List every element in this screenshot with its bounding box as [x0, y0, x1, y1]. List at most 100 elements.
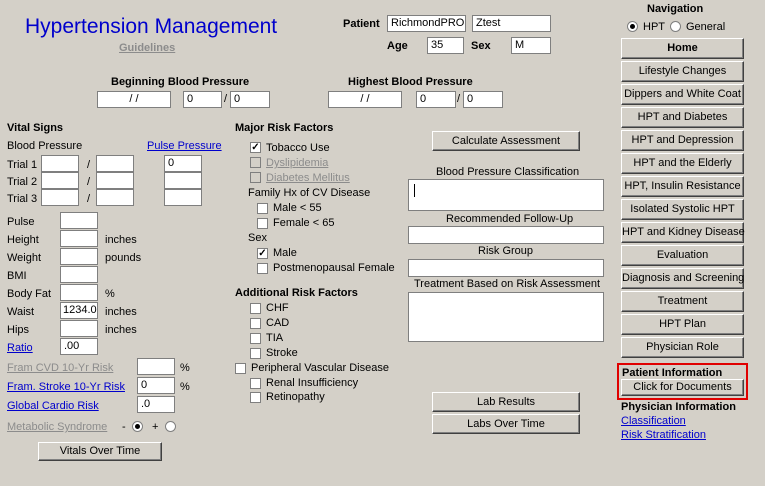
hips-field[interactable] [60, 320, 98, 337]
nav-home-button[interactable]: Home [621, 38, 744, 59]
lab-results-button[interactable]: Lab Results [432, 392, 580, 412]
classification-link[interactable]: Classification [621, 415, 686, 427]
risk-group-label: Risk Group [478, 245, 534, 257]
pvd-checkbox[interactable] [235, 363, 246, 374]
waist-field[interactable]: 1234.0 [60, 302, 98, 319]
pulse-field[interactable] [60, 212, 98, 229]
age-field[interactable]: 35 [427, 37, 464, 54]
metabolic-plus-radio[interactable] [165, 421, 176, 432]
nav-diabetes-button[interactable]: HPT and Diabetes [621, 107, 744, 128]
bmi-field[interactable] [60, 266, 98, 283]
fram-stroke-field[interactable]: 0 [137, 377, 175, 394]
ratio-field[interactable]: .00 [60, 338, 98, 355]
highest-bp-label: Highest Blood Pressure [348, 76, 473, 88]
trial-2-pulse-pressure[interactable] [164, 172, 202, 189]
highest-bp-date[interactable]: / / [328, 91, 402, 108]
global-cardio-field[interactable]: .0 [137, 396, 175, 413]
followup-label: Recommended Follow-Up [446, 213, 574, 225]
fram-cvd-link[interactable]: Fram CVD 10-Yr Risk [7, 362, 113, 374]
fram-stroke-link[interactable]: Fram. Stroke 10-Yr Risk [7, 381, 125, 393]
nav-hpt-plan-button[interactable]: HPT Plan [621, 314, 744, 335]
patient-first-name-field[interactable]: Ztest [472, 15, 551, 32]
ratio-link[interactable]: Ratio [7, 342, 33, 354]
stroke-checkbox[interactable] [250, 348, 261, 359]
highest-bp-diastolic[interactable]: 0 [463, 91, 503, 108]
chf-checkbox[interactable] [250, 303, 261, 314]
patient-last-name-field[interactable]: RichmondPROD [387, 15, 466, 32]
trial-3-systolic[interactable] [41, 189, 79, 206]
retinopathy-checkbox[interactable] [250, 392, 261, 403]
beginning-bp-systolic[interactable]: 0 [183, 91, 222, 108]
metabolic-minus-radio[interactable] [132, 421, 143, 432]
trial-1-systolic[interactable] [41, 155, 79, 172]
nav-kidney-button[interactable]: HPT and Kidney Disease [621, 222, 745, 243]
fram-stroke-unit: % [180, 381, 190, 393]
trial-1-sep: / [87, 159, 91, 171]
trial-2-systolic[interactable] [41, 172, 79, 189]
nav-dippers-button[interactable]: Dippers and White Coat [621, 84, 744, 105]
diabetes-checkbox[interactable] [250, 172, 261, 183]
nav-evaluation-button[interactable]: Evaluation [621, 245, 744, 266]
trial-2-label: Trial 2 [7, 176, 38, 188]
nav-hpt-radio[interactable] [627, 21, 638, 32]
postmenopausal-checkbox[interactable] [257, 263, 268, 274]
nav-diagnosis-button[interactable]: Diagnosis and Screening [621, 268, 744, 289]
bp-classification-field[interactable] [408, 179, 604, 211]
labs-over-time-button[interactable]: Labs Over Time [432, 414, 580, 434]
documents-button[interactable]: Click for Documents [621, 379, 744, 396]
body-fat-field[interactable] [60, 284, 98, 301]
waist-unit: inches [105, 306, 137, 318]
nav-insulin-button[interactable]: HPT, Insulin Resistance [621, 176, 744, 197]
major-risk-title: Major Risk Factors [235, 122, 334, 134]
vital-signs-title: Vital Signs [7, 122, 64, 134]
trial-3-diastolic[interactable] [96, 189, 134, 206]
nav-lifestyle-button[interactable]: Lifestyle Changes [621, 61, 744, 82]
dyslipidemia-checkbox[interactable] [250, 157, 261, 168]
renal-label: Renal Insufficiency [266, 377, 359, 389]
pulse-pressure-link[interactable]: Pulse Pressure [147, 140, 222, 152]
sex-field[interactable]: M [511, 37, 551, 54]
tobacco-checkbox[interactable]: ✓ [250, 142, 261, 153]
trial-1-pulse-pressure[interactable]: 0 [164, 155, 202, 172]
beginning-bp-diastolic[interactable]: 0 [230, 91, 270, 108]
height-field[interactable] [60, 230, 98, 247]
guidelines-link[interactable]: Guidelines [119, 42, 175, 54]
beginning-bp-date[interactable]: / / [97, 91, 171, 108]
highest-bp-systolic[interactable]: 0 [416, 91, 456, 108]
tia-checkbox[interactable] [250, 333, 261, 344]
trial-3-pulse-pressure[interactable] [164, 189, 202, 206]
followup-field[interactable] [408, 226, 604, 244]
male-55-checkbox[interactable] [257, 203, 268, 214]
nav-treatment-button[interactable]: Treatment [621, 291, 744, 312]
nav-physician-role-button[interactable]: Physician Role [621, 337, 744, 358]
risk-group-field[interactable] [408, 259, 604, 277]
cad-checkbox[interactable] [250, 318, 261, 329]
fram-cvd-field[interactable] [137, 358, 175, 375]
weight-unit: pounds [105, 252, 142, 264]
calculate-assessment-button[interactable]: Calculate Assessment [432, 131, 580, 151]
family-hx-label: Family Hx of CV Disease [248, 187, 371, 199]
pvd-label: Peripheral Vascular Disease [251, 362, 389, 374]
weight-field[interactable] [60, 248, 98, 265]
trial-1-diastolic[interactable] [96, 155, 134, 172]
trial-3-sep: / [87, 193, 91, 205]
male-checkbox[interactable]: ✓ [257, 248, 268, 259]
female-65-checkbox[interactable] [257, 218, 268, 229]
risk-stratification-link[interactable]: Risk Stratification [621, 429, 706, 441]
nav-isolated-systolic-button[interactable]: Isolated Systolic HPT [621, 199, 744, 220]
nav-elderly-button[interactable]: HPT and the Elderly [621, 153, 744, 174]
nav-general-radio[interactable] [670, 21, 681, 32]
hips-label: Hips [7, 324, 30, 336]
treatment-label: Treatment Based on Risk Assessment [414, 278, 601, 290]
renal-checkbox[interactable] [250, 378, 261, 389]
sex-group-label: Sex [248, 232, 267, 244]
trial-2-diastolic[interactable] [96, 172, 134, 189]
global-cardio-link[interactable]: Global Cardio Risk [7, 400, 99, 412]
nav-depression-button[interactable]: HPT and Depression [621, 130, 744, 151]
metabolic-syndrome-link[interactable]: Metabolic Syndrome [7, 421, 107, 433]
vitals-over-time-button[interactable]: Vitals Over Time [38, 442, 162, 461]
diabetes-label: Diabetes Mellitus [266, 172, 350, 184]
dyslipidemia-label: Dyslipidemia [266, 157, 329, 169]
treatment-field[interactable] [408, 292, 604, 342]
trial-3-label: Trial 3 [7, 193, 38, 205]
